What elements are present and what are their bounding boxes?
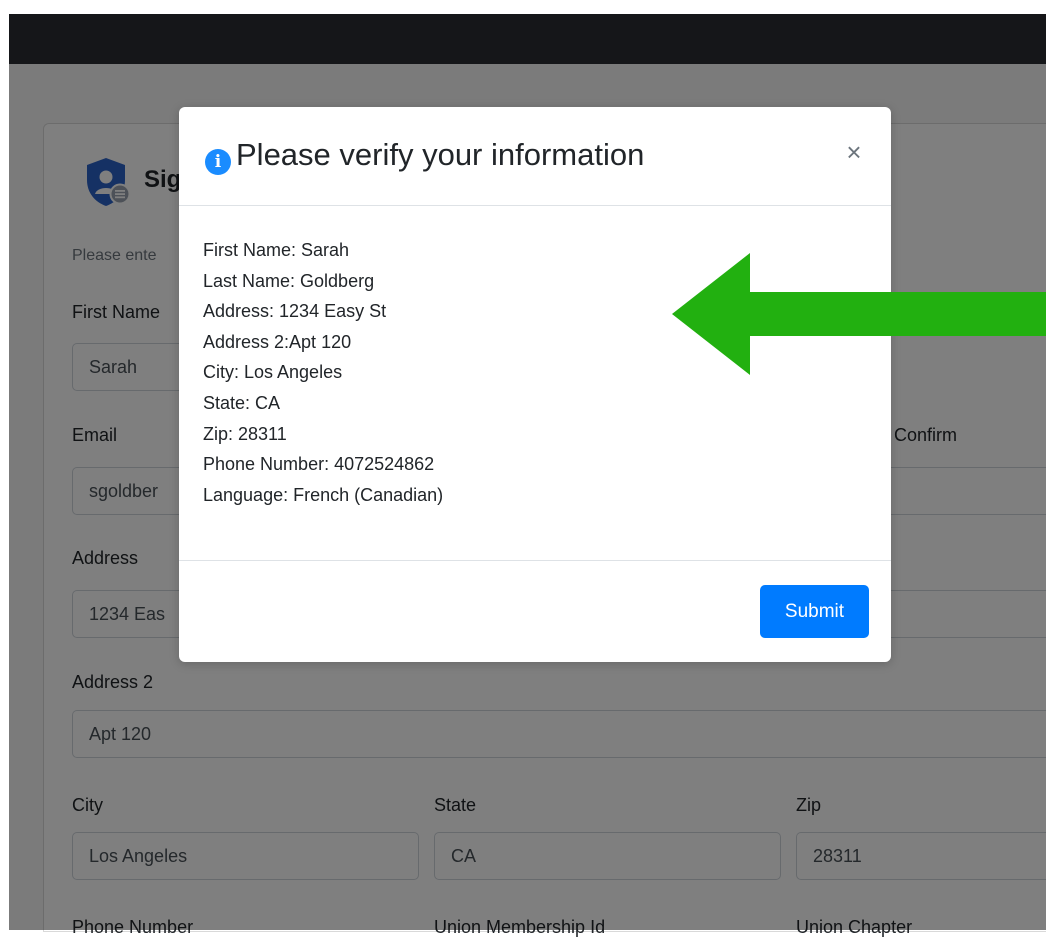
verify-modal: i Please verify your information × First… [179,107,891,662]
info-line-address2: Address 2:Apt 120 [203,331,352,352]
left-arrow-icon [672,253,1046,375]
info-line-city: City: Los Angeles [203,362,343,383]
info-line-zip: Zip: 28311 [203,423,287,444]
info-icon: i [205,149,231,175]
info-line-last-name: Last Name: Goldberg [203,270,375,291]
info-line-first-name: First Name: Sarah [203,240,350,260]
submit-button[interactable]: Submit [760,585,869,638]
modal-header: i Please verify your information × [179,107,891,206]
info-line-state: State: CA [203,392,281,413]
modal-footer-divider [179,560,891,561]
close-button[interactable]: × [837,135,871,169]
info-line-address: Address: 1234 Easy St [203,301,387,322]
info-line-language: Language: French (Canadian) [203,484,444,505]
modal-title: Please verify your information [236,137,645,172]
modal-body: First Name: Sarah Last Name: Goldberg Ad… [203,235,443,510]
info-line-phone: Phone Number: 4072524862 [203,454,435,475]
